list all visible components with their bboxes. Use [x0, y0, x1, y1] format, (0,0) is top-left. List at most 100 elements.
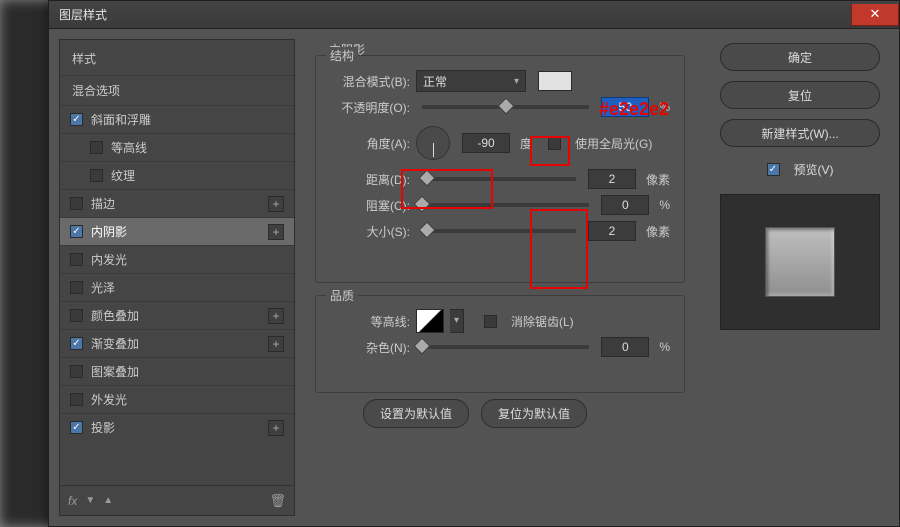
- sidebar-item-label: 内阴影: [91, 223, 127, 240]
- contour-dropdown-icon[interactable]: ▾: [450, 309, 464, 333]
- checkbox-icon[interactable]: [70, 337, 83, 350]
- sidebar-item-label: 颜色叠加: [91, 307, 139, 324]
- settings-panel: 内阴影 结构 混合模式(B): 正常 不透明度(O): 50 %: [305, 39, 701, 516]
- add-icon[interactable]: +: [268, 224, 284, 240]
- move-up-icon[interactable]: ▲: [103, 495, 113, 506]
- sidebar-item-bevel[interactable]: 斜面和浮雕: [60, 105, 294, 133]
- distance-label: 距离(D):: [330, 171, 410, 188]
- size-slider[interactable]: [422, 229, 576, 233]
- preview-checkbox[interactable]: [767, 163, 780, 176]
- sidebar-item-label: 斜面和浮雕: [91, 111, 151, 128]
- distance-unit: 像素: [646, 171, 670, 188]
- window-title: 图层样式: [59, 6, 107, 23]
- sidebar-item-label: 外发光: [91, 391, 127, 408]
- new-style-button[interactable]: 新建样式(W)...: [720, 119, 880, 147]
- noise-input[interactable]: 0: [601, 337, 649, 357]
- checkbox-icon[interactable]: [70, 197, 83, 210]
- reset-default-button[interactable]: 复位为默认值: [481, 399, 587, 428]
- sidebar-item-gradient-overlay[interactable]: 渐变叠加 +: [60, 329, 294, 357]
- sidebar-header: 样式: [60, 40, 294, 75]
- angle-dial[interactable]: [416, 126, 450, 160]
- checkbox-icon[interactable]: [70, 365, 83, 378]
- sidebar-item-label: 等高线: [111, 139, 147, 156]
- ok-button[interactable]: 确定: [720, 43, 880, 71]
- add-icon[interactable]: +: [268, 308, 284, 324]
- global-light-label: 使用全局光(G): [575, 135, 652, 152]
- choke-input[interactable]: 0: [601, 195, 649, 215]
- choke-unit: %: [659, 198, 670, 212]
- color-swatch[interactable]: [538, 71, 572, 91]
- checkbox-icon[interactable]: [70, 309, 83, 322]
- fx-menu-icon[interactable]: fx: [68, 494, 77, 508]
- sidebar-item-label: 内发光: [91, 251, 127, 268]
- checkbox-icon[interactable]: [90, 169, 103, 182]
- angle-label: 角度(A):: [330, 135, 410, 152]
- contour-label: 等高线:: [330, 313, 410, 330]
- antialias-checkbox[interactable]: [484, 315, 497, 328]
- sidebar-item-outer-glow[interactable]: 外发光: [60, 385, 294, 413]
- checkbox-icon[interactable]: [70, 281, 83, 294]
- sidebar-item-texture[interactable]: 纹理: [60, 161, 294, 189]
- add-icon[interactable]: +: [268, 420, 284, 436]
- sidebar-item-pattern-overlay[interactable]: 图案叠加: [60, 357, 294, 385]
- trash-icon[interactable]: 🗑: [269, 493, 286, 509]
- add-icon[interactable]: +: [268, 336, 284, 352]
- sidebar-item-inner-shadow[interactable]: 内阴影 +: [60, 217, 294, 245]
- size-input[interactable]: 2: [588, 221, 636, 241]
- sidebar-item-label: 纹理: [111, 167, 135, 184]
- titlebar[interactable]: 图层样式 ✕: [49, 1, 899, 29]
- close-button[interactable]: ✕: [851, 4, 899, 26]
- sidebar-item-stroke[interactable]: 描边 +: [60, 189, 294, 217]
- quality-fieldset: 品质 等高线: ▾ 消除锯齿(L) 杂色(N): 0 %: [315, 295, 685, 393]
- quality-legend: 品质: [326, 287, 358, 304]
- sidebar-footer: fx ▼ ▲ 🗑: [60, 485, 294, 515]
- opacity-label: 不透明度(O):: [330, 99, 410, 116]
- size-label: 大小(S):: [330, 223, 410, 240]
- dialog-actions: 确定 复位 新建样式(W)... 预览(V): [711, 39, 889, 516]
- structure-fieldset: 结构 混合模式(B): 正常 不透明度(O): 50 % 角度(A):: [315, 55, 685, 283]
- checkbox-icon[interactable]: [70, 113, 83, 126]
- size-unit: 像素: [646, 223, 670, 240]
- global-light-checkbox[interactable]: [548, 137, 561, 150]
- noise-slider[interactable]: [422, 345, 589, 349]
- blend-options-header[interactable]: 混合选项: [60, 75, 294, 105]
- angle-unit: 度: [520, 135, 532, 152]
- sidebar-item-inner-glow[interactable]: 内发光: [60, 245, 294, 273]
- blend-mode-select[interactable]: 正常: [416, 70, 526, 92]
- sidebar-item-label: 图案叠加: [91, 363, 139, 380]
- checkbox-icon[interactable]: [70, 253, 83, 266]
- sidebar-item-label: 渐变叠加: [91, 335, 139, 352]
- sidebar-item-label: 描边: [91, 195, 115, 212]
- distance-slider[interactable]: [422, 177, 576, 181]
- annotation-text: #e2e2e2: [599, 99, 669, 120]
- checkbox-icon[interactable]: [90, 141, 103, 154]
- contour-picker[interactable]: [416, 309, 444, 333]
- set-default-button[interactable]: 设置为默认值: [363, 399, 469, 428]
- choke-label: 阻塞(C):: [330, 197, 410, 214]
- sidebar-item-label: 投影: [91, 419, 115, 436]
- sidebar-item-color-overlay[interactable]: 颜色叠加 +: [60, 301, 294, 329]
- layer-style-dialog: 图层样式 ✕ 样式 混合选项 斜面和浮雕 等高线 纹理 描边: [48, 0, 900, 527]
- distance-input[interactable]: 2: [588, 169, 636, 189]
- preview-swatch: [765, 227, 835, 297]
- preview-label: 预览(V): [794, 161, 834, 178]
- noise-label: 杂色(N):: [330, 339, 410, 356]
- sidebar-item-label: 光泽: [91, 279, 115, 296]
- checkbox-icon[interactable]: [70, 421, 83, 434]
- antialias-label: 消除锯齿(L): [511, 313, 574, 330]
- opacity-slider[interactable]: [422, 105, 589, 109]
- checkbox-icon[interactable]: [70, 393, 83, 406]
- choke-slider[interactable]: [422, 203, 589, 207]
- preview-box: [720, 194, 880, 330]
- sidebar-item-contour[interactable]: 等高线: [60, 133, 294, 161]
- checkbox-icon[interactable]: [70, 225, 83, 238]
- add-icon[interactable]: +: [268, 196, 284, 212]
- sidebar-item-drop-shadow[interactable]: 投影 +: [60, 413, 294, 441]
- close-icon: ✕: [870, 6, 881, 22]
- styles-sidebar: 样式 混合选项 斜面和浮雕 等高线 纹理 描边 + 内阴影: [59, 39, 295, 516]
- sidebar-item-satin[interactable]: 光泽: [60, 273, 294, 301]
- cancel-button[interactable]: 复位: [720, 81, 880, 109]
- angle-input[interactable]: -90: [462, 133, 510, 153]
- move-down-icon[interactable]: ▼: [85, 495, 95, 506]
- structure-legend: 结构: [326, 47, 358, 64]
